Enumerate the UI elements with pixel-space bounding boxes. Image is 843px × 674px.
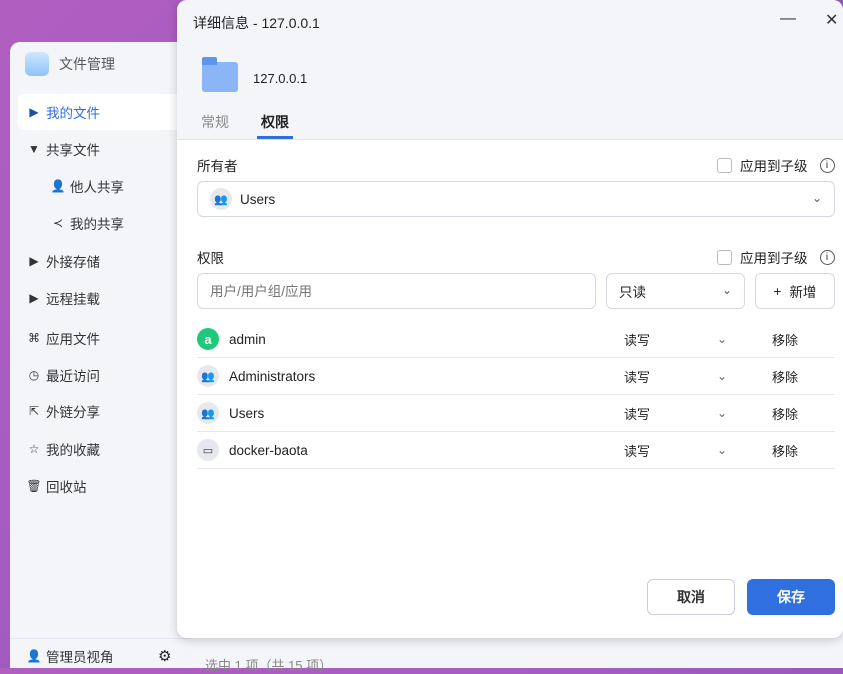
label: 应用到子级 (740, 159, 808, 174)
sidebar-item-apps[interactable]: ⌘ 应用文件 (18, 320, 188, 356)
owner-label: 所有者 (197, 159, 238, 174)
row-permission[interactable]: 读写 (624, 441, 650, 460)
tab-general[interactable]: 常规 (201, 112, 229, 132)
app-title: 文件管理 (59, 56, 115, 72)
chevron-down-icon[interactable]: ⌄ (717, 332, 727, 346)
table-row: ▭ docker-baota 读写 ⌄ 移除 (197, 432, 835, 469)
users-icon: 👤 (50, 179, 66, 193)
label: 回收站 (46, 480, 87, 495)
label: 我的收藏 (46, 443, 100, 458)
remove-button[interactable]: 移除 (772, 441, 798, 460)
owner-select[interactable]: 👥 Users ⌄ (197, 181, 835, 217)
app-window-icon: ▭ (197, 439, 219, 461)
sidebar-item-my-shares[interactable]: ≺ 我的共享 (42, 205, 182, 241)
table-row: 👥 Users 读写 ⌄ 移除 (197, 395, 835, 432)
checkbox[interactable] (717, 157, 732, 173)
chevron-down-icon: ⌄ (721, 283, 732, 297)
star-icon: ☆ (28, 442, 40, 456)
sidebar: 文件管理 ▶ 我的文件 ▼ 共享文件 👤 他人共享 ≺ 我的共享 ▶ 外接存储 ▶ 远程挂载… (10, 42, 190, 668)
apps-icon: ⌘ (28, 331, 40, 345)
owner-value: Users (240, 191, 276, 207)
sidebar-item-remote[interactable]: ▶ 远程挂载 (18, 280, 188, 316)
user-icon: 👤 (26, 649, 42, 663)
app-icon (25, 52, 49, 76)
sidebar-item-recent[interactable]: ◷ 最近访问 (18, 357, 188, 393)
status-text: 选中 1 项（共 15 项） (205, 658, 333, 673)
table-row: 👥 Administrators 读写 ⌄ 移除 (197, 358, 835, 395)
perm-apply-children[interactable]: 应用到子级 i (717, 247, 835, 267)
label: 外接存储 (46, 255, 100, 270)
details-dialog: 详细信息 - 127.0.0.1 — ✕ 127.0.0.1 常规 权限 所有者… (177, 0, 843, 638)
remove-button[interactable]: 移除 (772, 330, 798, 349)
group-icon: 👥 (197, 402, 219, 424)
group-icon: 👥 (197, 365, 219, 387)
admin-view-button[interactable]: 👤 管理员视角 (18, 643, 148, 669)
permission-value: 只读 (619, 285, 646, 300)
save-button[interactable]: 保存 (747, 579, 835, 615)
info-icon[interactable]: i (819, 157, 835, 173)
label: 他人共享 (70, 180, 124, 195)
share-icon: ≺ (52, 216, 64, 230)
label: 应用文件 (46, 332, 100, 347)
caret-right-icon: ▶ (29, 254, 39, 268)
permissions-label: 权限 (197, 251, 224, 266)
caret-right-icon: ▶ (29, 291, 39, 305)
label: 共享文件 (46, 143, 100, 158)
tab-permissions[interactable]: 权限 (257, 112, 293, 139)
dialog-header: 详细信息 - 127.0.0.1 — ✕ 127.0.0.1 常规 权限 (177, 0, 843, 140)
add-button[interactable]: + 新增 (755, 273, 835, 309)
avatar: a (197, 328, 219, 350)
minimize-icon[interactable]: — (780, 10, 796, 28)
row-name: Users (229, 405, 265, 421)
remove-button[interactable]: 移除 (772, 404, 798, 423)
chevron-down-icon[interactable]: ⌄ (717, 406, 727, 420)
row-permission[interactable]: 读写 (624, 404, 650, 423)
owner-apply-children[interactable]: 应用到子级 i (717, 155, 835, 175)
label: 管理员视角 (46, 650, 114, 665)
plus-icon: + (773, 283, 782, 299)
label: 新增 (789, 285, 817, 300)
chevron-down-icon[interactable]: ⌄ (717, 369, 727, 383)
chevron-down-icon: ⌄ (811, 191, 822, 205)
label: 远程挂载 (46, 292, 100, 307)
group-icon: 👥 (210, 188, 232, 210)
remove-button[interactable]: 移除 (772, 367, 798, 386)
row-permission[interactable]: 读写 (624, 330, 650, 349)
label: 我的共享 (70, 217, 124, 232)
link-share-icon: ⇱ (28, 404, 40, 418)
folder-icon (202, 57, 238, 92)
dialog-title: 详细信息 - 127.0.0.1 (193, 15, 320, 31)
close-icon[interactable]: ✕ (825, 10, 838, 30)
sidebar-item-shared[interactable]: ▼ 共享文件 (18, 131, 188, 167)
sidebar-item-my-files[interactable]: ▶ 我的文件 (18, 94, 188, 130)
sidebar-item-others-shared[interactable]: 👤 他人共享 (42, 168, 182, 204)
caret-down-icon: ▼ (28, 142, 40, 156)
cancel-button[interactable]: 取消 (647, 579, 735, 615)
permission-select[interactable]: 只读 ⌄ (606, 273, 745, 309)
trash-icon: 🗑 (26, 479, 42, 493)
label: 我的文件 (46, 106, 100, 121)
table-row: a admin 读写 ⌄ 移除 (197, 321, 835, 358)
sidebar-footer: 👤 管理员视角 ⚙ (10, 638, 190, 668)
checkbox[interactable] (717, 249, 732, 265)
sidebar-item-external[interactable]: ▶ 外接存储 (18, 243, 188, 279)
app-logo: 文件管理 (25, 52, 115, 76)
row-permission[interactable]: 读写 (624, 367, 650, 386)
file-name: 127.0.0.1 (253, 71, 308, 86)
row-name: admin (229, 331, 266, 347)
sidebar-item-trash[interactable]: 🗑 回收站 (18, 468, 188, 504)
row-name: Administrators (229, 368, 316, 384)
clock-icon: ◷ (28, 368, 40, 382)
sidebar-item-favorites[interactable]: ☆ 我的收藏 (18, 431, 188, 467)
sidebar-item-link-share[interactable]: ⇱ 外链分享 (18, 393, 188, 429)
label: 应用到子级 (740, 251, 808, 266)
chevron-down-icon[interactable]: ⌄ (717, 443, 727, 457)
caret-right-icon: ▶ (29, 105, 39, 119)
row-name: docker-baota (229, 442, 308, 458)
label: 最近访问 (46, 369, 100, 384)
gear-icon[interactable]: ⚙ (158, 647, 171, 665)
info-icon[interactable]: i (819, 249, 835, 265)
label: 外链分享 (46, 405, 100, 420)
user-search-input[interactable] (197, 273, 596, 309)
